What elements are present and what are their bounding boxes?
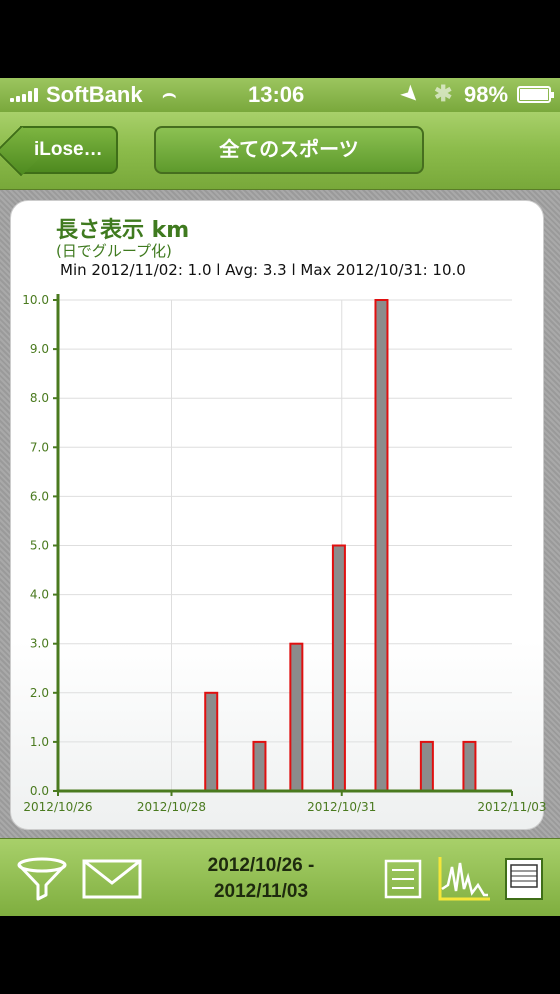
bar-2012/11/03 (462, 740, 477, 793)
filter-icon[interactable] (16, 857, 68, 903)
bar-2012/11/01 (374, 299, 389, 792)
y-tick-label: 7.0 (30, 440, 49, 454)
bar-2012/11/02 (419, 740, 434, 793)
report-icon[interactable] (504, 857, 544, 901)
x-tick-label: 2012/11/03 (477, 800, 546, 814)
bottom-toolbar: 2012/10/26 - 2012/11/03 (0, 838, 560, 916)
x-tick-label: 2012/10/31 (307, 800, 376, 814)
date-range-from: 2012/10/26 - (207, 855, 315, 876)
x-tick-label: 2012/10/26 (23, 800, 92, 814)
back-button[interactable]: iLose… (20, 126, 118, 174)
bar-2012/10/30 (289, 642, 304, 793)
y-tick-label: 3.0 (30, 637, 49, 651)
x-tick-label: 2012/10/28 (137, 800, 206, 814)
graph-icon[interactable] (436, 855, 492, 903)
y-tick-label: 10.0 (22, 293, 49, 307)
bar-2012/10/29 (204, 691, 219, 792)
bar-2012/10/28 (252, 740, 267, 793)
list-icon[interactable] (384, 859, 422, 899)
y-tick-label: 8.0 (30, 391, 49, 405)
date-range-to: 2012/11/03 (213, 881, 309, 902)
y-tick-label: 5.0 (30, 539, 49, 553)
y-tick-label: 1.0 (30, 735, 49, 749)
y-tick-label: 2.0 (30, 686, 49, 700)
mail-icon[interactable] (82, 859, 142, 899)
y-tick-label: 6.0 (30, 489, 49, 503)
y-tick-label: 0.0 (30, 784, 49, 798)
bar-2012/10/31 (331, 544, 346, 792)
date-range: 2012/10/26 - 2012/11/03 (176, 853, 346, 905)
y-tick-label: 4.0 (30, 588, 49, 602)
y-tick-label: 9.0 (30, 342, 49, 356)
